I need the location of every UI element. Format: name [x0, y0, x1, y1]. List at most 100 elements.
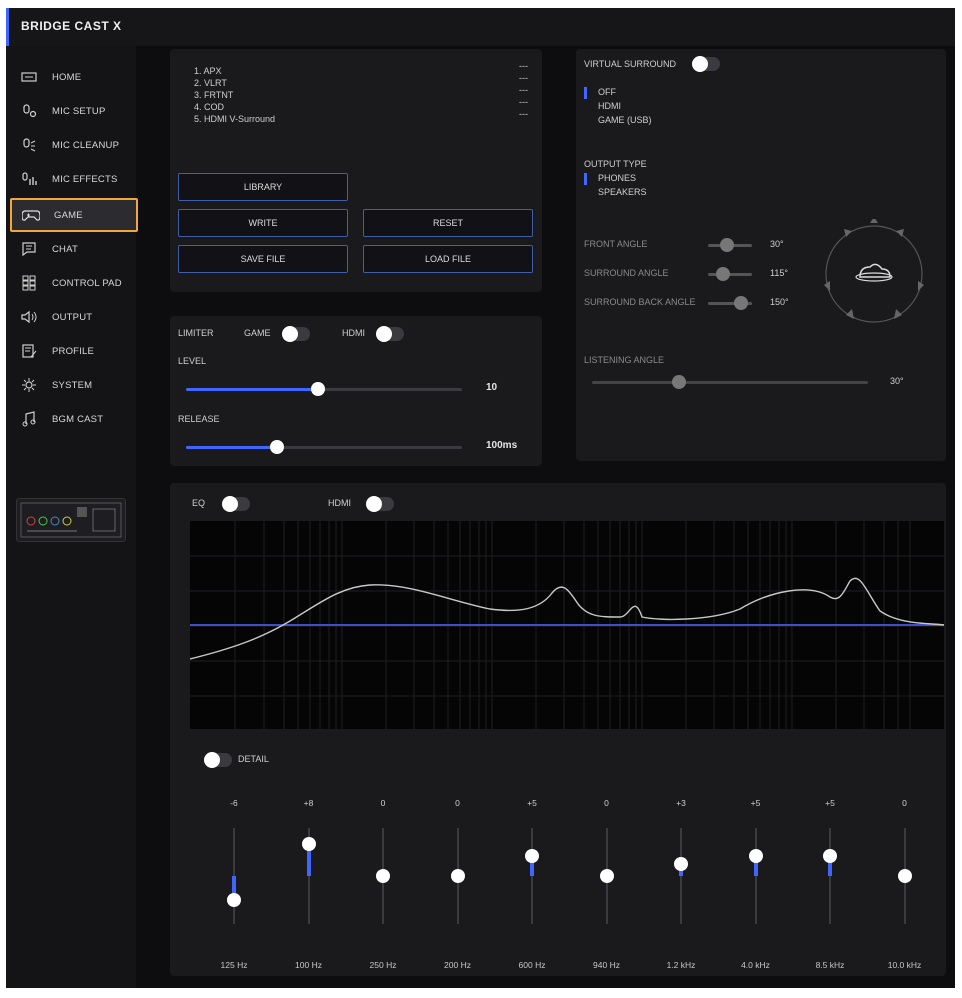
- release-label: RELEASE: [178, 414, 220, 424]
- limiter-game-toggle[interactable]: [282, 326, 310, 342]
- level-slider-knob[interactable]: [311, 382, 326, 396]
- sidebar-item-label: MIC SETUP: [52, 105, 106, 117]
- sidebar: HOME MIC SETUP MIC CLEANUP MIC EFFECTS G…: [6, 46, 138, 988]
- eq-label: EQ: [192, 498, 206, 508]
- sidebar-item-mic-cleanup[interactable]: MIC CLEANUP: [10, 130, 138, 160]
- sidebar-item-bgm-cast[interactable]: BGM CAST: [10, 404, 138, 434]
- eq-toggle[interactable]: [222, 496, 250, 512]
- detail-toggle[interactable]: [204, 752, 232, 768]
- sidebar-item-label: MIC CLEANUP: [52, 139, 120, 151]
- level-value: 10: [486, 382, 498, 393]
- virtual-surround-toggle[interactable]: [692, 56, 720, 72]
- list-item[interactable]: 2. VLRT ---: [194, 73, 534, 88]
- eq-band[interactable]: -6 125 Hz: [214, 798, 254, 998]
- sidebar-item-system[interactable]: SYSTEM: [10, 370, 138, 400]
- eq-band-knob[interactable]: [823, 849, 837, 863]
- front-angle-slider[interactable]: [708, 238, 752, 252]
- listening-angle-slider[interactable]: [592, 375, 868, 389]
- reset-button[interactable]: RESET: [363, 209, 533, 237]
- output-option-phones[interactable]: PHONES: [598, 173, 636, 183]
- eq-band[interactable]: +8 100 Hz: [289, 798, 329, 998]
- eq-band-knob[interactable]: [376, 869, 390, 883]
- hdmi-toggle-label: HDMI: [342, 328, 365, 338]
- list-item[interactable]: 4. COD ---: [194, 97, 534, 112]
- front-angle-knob[interactable]: [720, 238, 734, 252]
- output-icon: [20, 308, 38, 326]
- eq-band-track[interactable]: [680, 828, 682, 924]
- surround-back-angle-value: 150°: [770, 297, 789, 307]
- eq-band-knob[interactable]: [227, 893, 241, 907]
- eq-band[interactable]: 0 250 Hz: [363, 798, 403, 998]
- mode-selection-indicator: [584, 87, 587, 99]
- eq-band[interactable]: 0 200 Hz: [438, 798, 478, 998]
- sidebar-item-label: PROFILE: [52, 345, 95, 357]
- eq-band-value: 0: [604, 798, 609, 808]
- eq-band-knob[interactable]: [599, 869, 614, 883]
- sidebar-item-mic-setup[interactable]: MIC SETUP: [10, 96, 138, 126]
- eq-band-track[interactable]: [531, 828, 533, 924]
- eq-band-frequency: 940 Hz: [593, 960, 620, 970]
- eq-band[interactable]: +5 4.0 kHz: [736, 798, 776, 998]
- eq-band[interactable]: 0 10.0 kHz: [885, 798, 925, 998]
- eq-band-knob[interactable]: [301, 837, 316, 851]
- eq-band-knob[interactable]: [674, 857, 688, 871]
- sidebar-item-output[interactable]: OUTPUT: [10, 302, 138, 332]
- library-button[interactable]: LIBRARY: [178, 173, 348, 201]
- list-item[interactable]: 1. APX ---: [194, 61, 534, 76]
- release-slider-fill: [186, 446, 278, 449]
- save-file-button[interactable]: SAVE FILE: [178, 245, 348, 273]
- sidebar-item-mic-effects[interactable]: MIC EFFECTS: [10, 164, 138, 194]
- eq-band-track[interactable]: [754, 828, 757, 924]
- sidebar-item-home[interactable]: HOME: [10, 62, 138, 92]
- surround-angle-slider[interactable]: [708, 267, 752, 281]
- eq-band-value: +5: [825, 798, 835, 808]
- app-title: BRIDGE CAST X: [21, 19, 122, 33]
- surround-angle-knob[interactable]: [716, 267, 730, 281]
- eq-band[interactable]: +5 8.5 kHz: [810, 798, 850, 998]
- eq-band-value: -6: [230, 798, 238, 808]
- surround-back-angle-slider[interactable]: [708, 296, 752, 310]
- eq-band-knob[interactable]: [897, 869, 912, 883]
- sidebar-item-profile[interactable]: PROFILE: [10, 336, 138, 366]
- sidebar-item-label: BGM CAST: [52, 413, 104, 425]
- eq-band-knob[interactable]: [525, 849, 539, 863]
- eq-band[interactable]: 0 940 Hz: [587, 798, 627, 998]
- write-button[interactable]: WRITE: [178, 209, 348, 237]
- sidebar-item-label: HOME: [52, 71, 82, 83]
- eq-band[interactable]: +3 1.2 kHz: [661, 798, 701, 998]
- eq-band-knob[interactable]: [450, 869, 465, 883]
- eq-band-frequency: 10.0 kHz: [887, 960, 922, 970]
- eq-band-value: 0: [902, 798, 907, 808]
- limiter-hdmi-toggle[interactable]: [376, 326, 404, 342]
- surround-diagram: [824, 219, 924, 323]
- profile-icon: [20, 342, 38, 360]
- release-slider[interactable]: [186, 440, 462, 454]
- sidebar-item-chat[interactable]: CHAT: [10, 234, 138, 264]
- mode-option-off[interactable]: OFF: [598, 87, 616, 97]
- list-item[interactable]: 5. HDMI V-Surround ---: [194, 109, 534, 124]
- listening-angle-knob[interactable]: [672, 375, 686, 389]
- eq-band-frequency: 4.0 kHz: [741, 960, 770, 970]
- eq-hdmi-toggle[interactable]: [366, 496, 394, 512]
- list-item[interactable]: 3. FRTNT ---: [194, 85, 534, 100]
- level-label: LEVEL: [178, 356, 207, 366]
- virtual-surround-panel: VIRTUAL SURROUND OFF HDMI GAME (USB) OUT…: [576, 49, 946, 461]
- mode-option-game-usb[interactable]: GAME (USB): [598, 115, 652, 125]
- sidebar-item-label: SYSTEM: [52, 379, 93, 391]
- eq-band-knob[interactable]: [748, 849, 763, 863]
- sidebar-item-control-pad[interactable]: CONTROL PAD: [10, 268, 138, 298]
- load-file-button[interactable]: LOAD FILE: [363, 245, 533, 273]
- listening-angle-value: 30°: [890, 376, 904, 386]
- eq-band-value: +3: [676, 798, 686, 808]
- eq-band-track[interactable]: [829, 828, 831, 924]
- chat-icon: [20, 240, 38, 258]
- mode-option-hdmi[interactable]: HDMI: [598, 101, 621, 111]
- eq-band[interactable]: +5 600 Hz: [512, 798, 552, 998]
- system-icon: [20, 376, 38, 394]
- output-option-speakers[interactable]: SPEAKERS: [598, 187, 647, 197]
- release-slider-knob[interactable]: [270, 440, 285, 454]
- surround-back-angle-knob[interactable]: [734, 296, 748, 310]
- home-icon: [20, 68, 38, 86]
- sidebar-item-game[interactable]: GAME: [10, 198, 138, 232]
- level-slider[interactable]: [186, 382, 462, 396]
